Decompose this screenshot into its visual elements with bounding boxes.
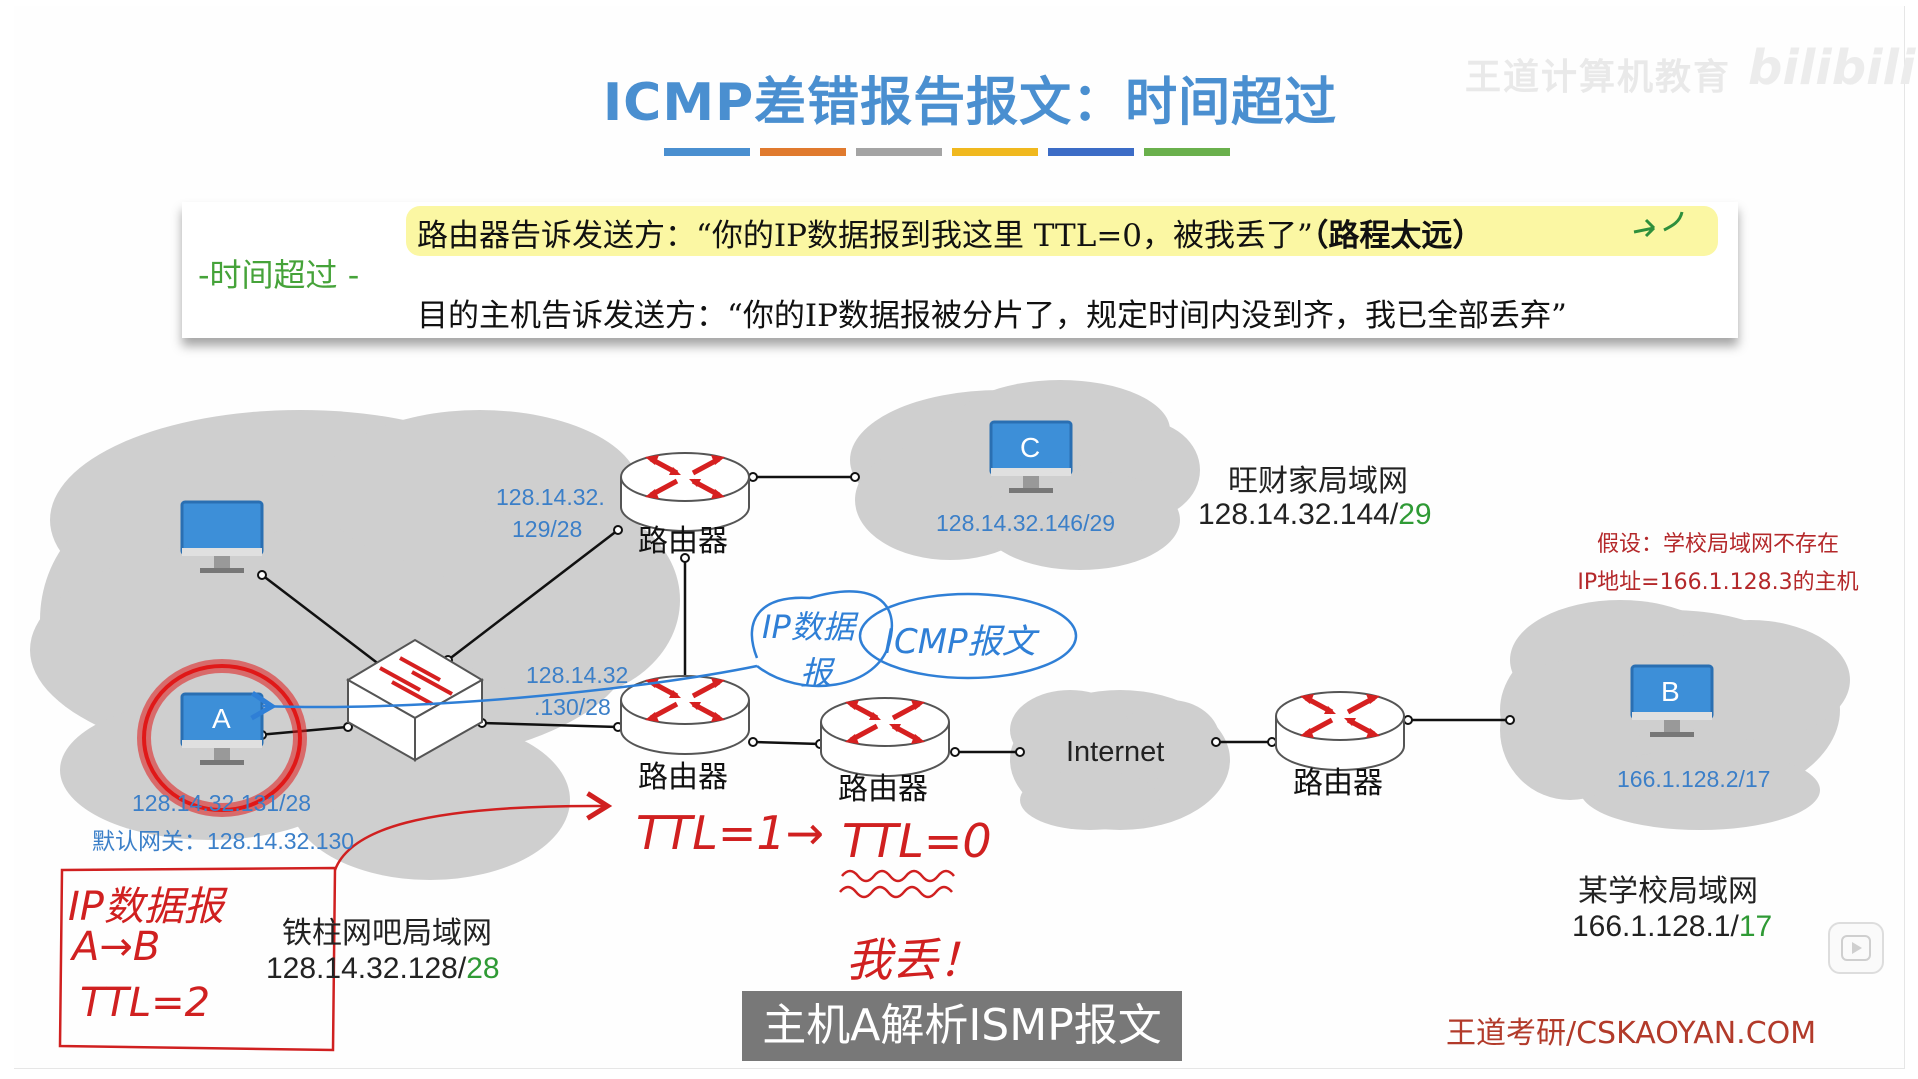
note-ttl1: TTL=1→	[636, 806, 825, 860]
host-c-label: C	[1020, 432, 1041, 463]
assumption-line-1: 假设：学校局域网不存在	[1596, 532, 1839, 557]
router-2	[621, 676, 749, 754]
bubble-ip-datagram: IP数据	[762, 608, 855, 646]
play-button[interactable]	[1828, 922, 1884, 974]
host-a-gateway: 默认网关：128.14.32.130	[92, 828, 355, 854]
iface-r1-b: 129/28	[512, 516, 583, 542]
note-drop: 我丢！	[846, 933, 984, 987]
check-mark-icon	[1633, 211, 1684, 238]
bubble-ip-datagram-2: 报	[800, 654, 833, 692]
note-ttl2: TTL=2	[80, 980, 211, 1026]
router-4-label: 路由器	[1293, 766, 1383, 801]
tiezhu-lan-name: 铁柱网吧局域网	[282, 916, 492, 951]
assumption-note: 假设：学校局域网不存在 IP地址=166.1.128.3的主机	[1548, 526, 1888, 596]
wangcai-mask: 29	[1398, 498, 1432, 531]
school-mask: 17	[1738, 910, 1773, 943]
tiezhu-mask: 28	[466, 952, 500, 985]
host-c-ip: 128.14.32.146/29	[936, 510, 1116, 536]
host-a-ip: 128.14.32.131/28	[132, 790, 312, 816]
wangcai-ip-text: 128.14.32.144/	[1198, 498, 1399, 531]
assumption-line-2: IP地址=166.1.128.3的主机	[1577, 570, 1859, 595]
wangcai-lan-name: 旺财家局域网	[1228, 464, 1408, 499]
iface-r2-b: .130/28	[534, 694, 611, 720]
note-a-to-b: A→B	[72, 924, 161, 970]
internet-label: Internet	[1066, 736, 1165, 768]
brand-text: 王道考研/CSKAOYAN.COM	[1446, 1016, 1817, 1051]
ttl-underline-squiggle	[839, 869, 955, 899]
wangcai-lan-ip: 128.14.32.144/29	[1198, 498, 1432, 532]
router-2-label: 路由器	[638, 760, 728, 795]
school-lan-ip: 166.1.128.1/17	[1572, 910, 1772, 944]
school-ip-text: 166.1.128.1/	[1572, 910, 1739, 943]
tiezhu-ip-text: 128.14.32.128/	[266, 952, 467, 985]
note-ttl0: TTL=0	[842, 814, 992, 868]
iface-r2-a: 128.14.32	[526, 662, 629, 688]
host-a-label: A	[212, 703, 231, 734]
router-1-label: 路由器	[638, 524, 728, 559]
tiezhu-lan-ip: 128.14.32.128/28	[266, 952, 500, 986]
iface-r1-a: 128.14.32.	[496, 484, 605, 510]
host-b-ip: 166.1.128.2/17	[1617, 766, 1771, 792]
bubble-icmp-message: ICMP报文	[884, 622, 1036, 662]
video-subtitle: 主机A解析ISMP报文	[742, 991, 1182, 1061]
school-lan-name: 某学校局域网	[1578, 874, 1758, 909]
host-b-label: B	[1661, 676, 1680, 707]
play-icon	[1841, 935, 1871, 961]
router-3-label: 路由器	[838, 772, 928, 807]
